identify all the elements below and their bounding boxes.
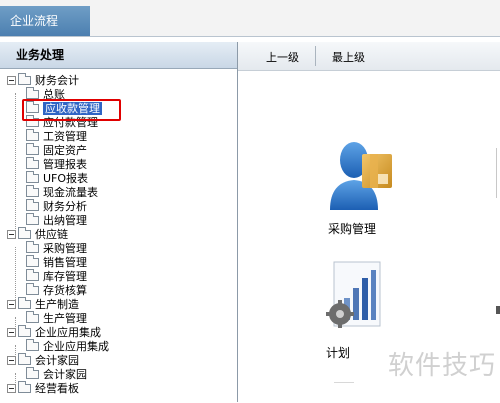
- tree-node-label: 生产管理: [43, 312, 87, 325]
- tree-node-label: 企业应用集成: [35, 326, 101, 339]
- tree-node-fixed-assets[interactable]: 固定资产: [26, 143, 87, 158]
- tree-node-label: 会计家园: [43, 368, 87, 381]
- right-pane: 上一级 最上级 采购管理 计划 软件技巧: [238, 42, 500, 402]
- tree-node-label: 采购管理: [43, 242, 87, 255]
- folder-icon: [18, 73, 31, 85]
- collapse-icon[interactable]: [7, 230, 16, 239]
- folder-icon: [26, 283, 39, 295]
- watermark: 软件技巧: [387, 351, 496, 381]
- partial-icon: [496, 306, 500, 314]
- tree-node-finance[interactable]: 财务会计: [7, 73, 79, 88]
- tree-node-supply-chain[interactable]: 供应链: [7, 227, 68, 242]
- tree-node-dashboard[interactable]: 经营看板: [7, 381, 79, 396]
- tree-node-enterprise-integration[interactable]: 企业应用集成: [7, 325, 101, 340]
- folder-icon: [26, 87, 39, 99]
- tree-node-label: 存货核算: [43, 284, 87, 297]
- tree-node-label: 管理报表: [43, 158, 87, 171]
- tree-node-accountant-home[interactable]: 会计家园: [7, 353, 79, 368]
- tree-guide: [15, 93, 16, 239]
- tree-node-label: 供应链: [35, 228, 68, 241]
- folder-icon: [26, 213, 39, 225]
- top-level-button[interactable]: 最上级: [332, 49, 365, 65]
- highlight-box: [22, 99, 121, 121]
- folder-icon: [18, 353, 31, 365]
- folder-icon: [26, 199, 39, 211]
- top-bar: 企业流程: [0, 0, 500, 37]
- collapse-icon[interactable]: [7, 300, 16, 309]
- tree-node-label: UFO报表: [43, 172, 89, 185]
- tree-node-sales-mgmt[interactable]: 销售管理: [26, 255, 87, 270]
- tree-node-mgmt-reports[interactable]: 管理报表: [26, 157, 87, 172]
- plan-item[interactable]: [324, 260, 394, 334]
- tree-node-production-mgmt[interactable]: 生产管理: [26, 311, 87, 326]
- left-pane: 业务处理 财务会计 总账 应收款管理 应付款管理 工资管理 固定资产 管理报表 …: [0, 42, 238, 402]
- folder-icon: [26, 339, 39, 351]
- folder-icon: [26, 143, 39, 155]
- tree-node-label: 财务会计: [35, 74, 79, 87]
- up-level-button[interactable]: 上一级: [266, 49, 299, 65]
- tree-node-label: 固定资产: [43, 144, 87, 157]
- tree-node-label: 企业应用集成: [43, 340, 109, 353]
- tree-node-label: 经营看板: [35, 382, 79, 395]
- tree-node-enterprise-integration-child[interactable]: 企业应用集成: [26, 339, 109, 354]
- left-pane-header: 业务处理: [0, 42, 237, 69]
- tab-enterprise-process[interactable]: 企业流程: [0, 6, 90, 36]
- collapse-icon[interactable]: [7, 76, 16, 85]
- tree-node-salary[interactable]: 工资管理: [26, 129, 87, 144]
- tree-node-label: 会计家园: [35, 354, 79, 367]
- tree-node-cash-flow[interactable]: 现金流量表: [26, 185, 98, 200]
- folder-icon: [26, 255, 39, 267]
- folder-icon: [18, 227, 31, 239]
- folder-icon: [26, 157, 39, 169]
- tree-node-inventory-mgmt[interactable]: 库存管理: [26, 269, 87, 284]
- folder-icon: [18, 297, 31, 309]
- folder-icon: [18, 325, 31, 337]
- tree-node-cashier[interactable]: 出纳管理: [26, 213, 87, 228]
- tree-node-accountant-home-child[interactable]: 会计家园: [26, 367, 87, 382]
- tree-node-label: 库存管理: [43, 270, 87, 283]
- tree-node-label: 生产制造: [35, 298, 79, 311]
- tree-node-label: 出纳管理: [43, 214, 87, 227]
- folder-icon: [26, 367, 39, 379]
- folder-icon: [26, 185, 39, 197]
- folder-icon: [26, 129, 39, 141]
- collapse-icon[interactable]: [7, 384, 16, 393]
- folder-icon: [26, 171, 39, 183]
- toolbar: 上一级 最上级: [238, 42, 500, 71]
- folder-icon: [26, 241, 39, 253]
- plan-label[interactable]: 计划: [326, 344, 350, 361]
- collapse-icon[interactable]: [7, 328, 16, 337]
- toolbar-separator: [315, 46, 316, 66]
- tree-node-fin-analysis[interactable]: 财务分析: [26, 199, 87, 214]
- tree-node-stock-accounting[interactable]: 存货核算: [26, 283, 87, 298]
- partial-icon: [496, 148, 500, 198]
- tree-node-label: 现金流量表: [43, 186, 98, 199]
- purchase-mgmt-label[interactable]: 采购管理: [328, 220, 376, 237]
- tree-node-production[interactable]: 生产制造: [7, 297, 79, 312]
- tree-node-label: 工资管理: [43, 130, 87, 143]
- collapse-icon[interactable]: [7, 356, 16, 365]
- person-with-box-icon: [330, 142, 392, 210]
- folder-icon: [18, 381, 31, 393]
- folder-icon: [26, 269, 39, 281]
- tree-node-label: 财务分析: [43, 200, 87, 213]
- tree-node-ufo-reports[interactable]: UFO报表: [26, 171, 89, 186]
- tree-node-label: 销售管理: [43, 256, 87, 269]
- partial-icon: [334, 382, 354, 403]
- chart-with-gear-icon: [326, 261, 381, 328]
- folder-icon: [26, 311, 39, 323]
- purchase-mgmt-item[interactable]: [326, 140, 402, 220]
- tree-node-purchase-mgmt[interactable]: 采购管理: [26, 241, 87, 256]
